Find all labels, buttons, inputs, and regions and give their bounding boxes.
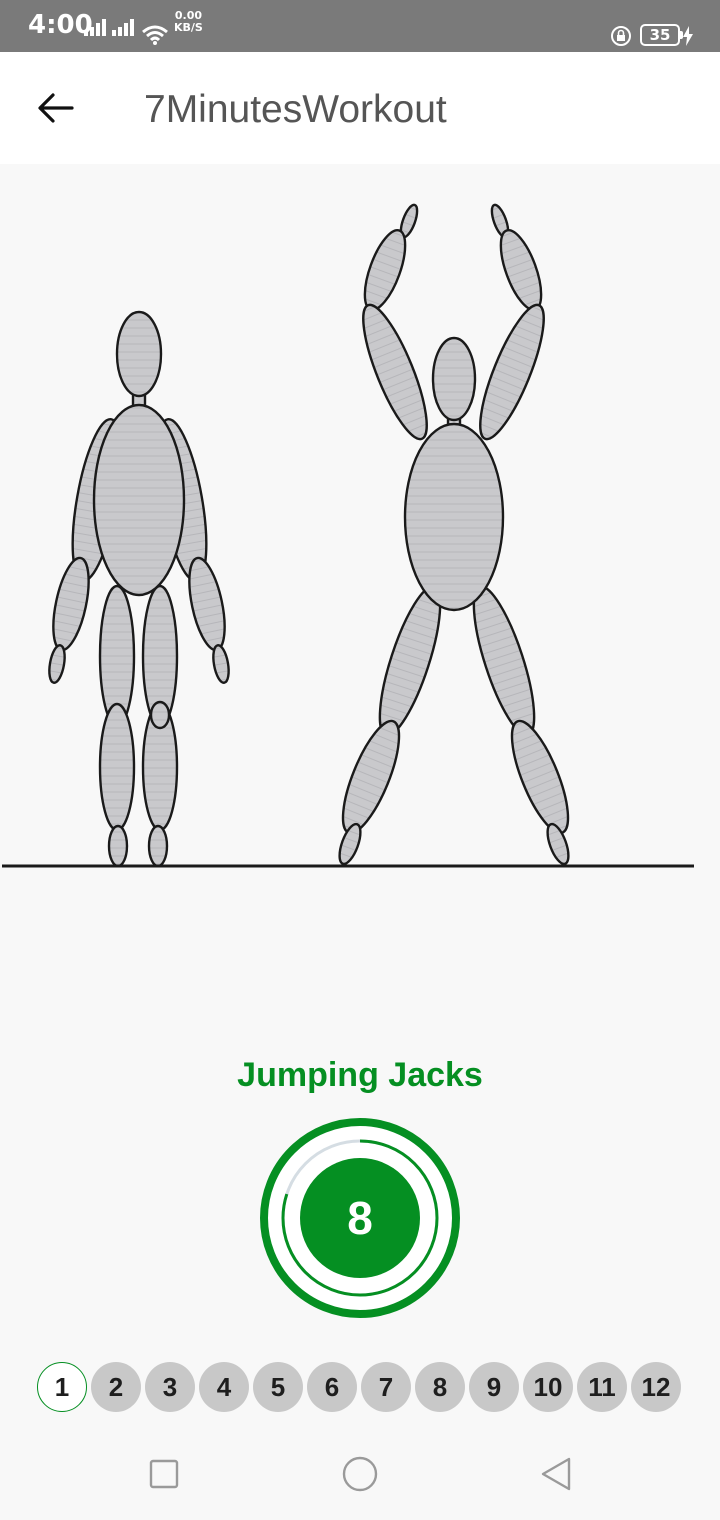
home-button[interactable]: [330, 1452, 390, 1496]
circle-icon: [342, 1456, 378, 1492]
step-item: 12: [631, 1362, 681, 1412]
exercise-step-list: 1 2 3 4 5 6 7 8 9 10 11 12: [37, 1362, 697, 1414]
step-item: 1: [37, 1362, 87, 1412]
standing-figure: [48, 310, 230, 868]
page-title: 7MinutesWorkout: [144, 88, 447, 131]
step-item: 5: [253, 1362, 303, 1412]
back-button[interactable]: [24, 78, 88, 138]
exercise-illustration: [2, 203, 694, 868]
status-time: 4:00: [28, 10, 93, 40]
jumping-figure: [338, 203, 570, 866]
step-item: 2: [91, 1362, 141, 1412]
net-speed-unit: KB/S: [174, 21, 203, 34]
arrow-left-icon: [38, 93, 74, 123]
rotation-lock-icon: [611, 26, 631, 46]
exercise-name: Jumping Jacks: [237, 1056, 483, 1094]
step-item: 4: [199, 1362, 249, 1412]
signal-icon: [84, 19, 106, 36]
step-item: 3: [145, 1362, 195, 1412]
recents-button[interactable]: [134, 1452, 194, 1496]
step-item: 11: [577, 1362, 627, 1412]
exercise-timer: 8: [258, 1116, 462, 1320]
wifi-icon: [142, 25, 168, 45]
signal-icon-2: [112, 19, 134, 36]
step-item: 6: [307, 1362, 357, 1412]
step-item: 8: [415, 1362, 465, 1412]
app-toolbar: 7MinutesWorkout: [0, 52, 720, 164]
step-item: 10: [523, 1362, 573, 1412]
system-nav-bar: [0, 1430, 720, 1520]
step-item: 9: [469, 1362, 519, 1412]
charging-icon: [683, 26, 693, 46]
battery-indicator: 35: [640, 24, 683, 46]
nav-back-button[interactable]: [526, 1452, 586, 1496]
triangle-icon: [541, 1457, 571, 1491]
net-speed: 0.00 KB/S: [174, 10, 203, 34]
square-icon: [149, 1459, 179, 1489]
timer-value: 8: [347, 1192, 373, 1244]
status-bar: 4:00 0.00 KB/S 35: [0, 0, 720, 52]
step-item: 7: [361, 1362, 411, 1412]
